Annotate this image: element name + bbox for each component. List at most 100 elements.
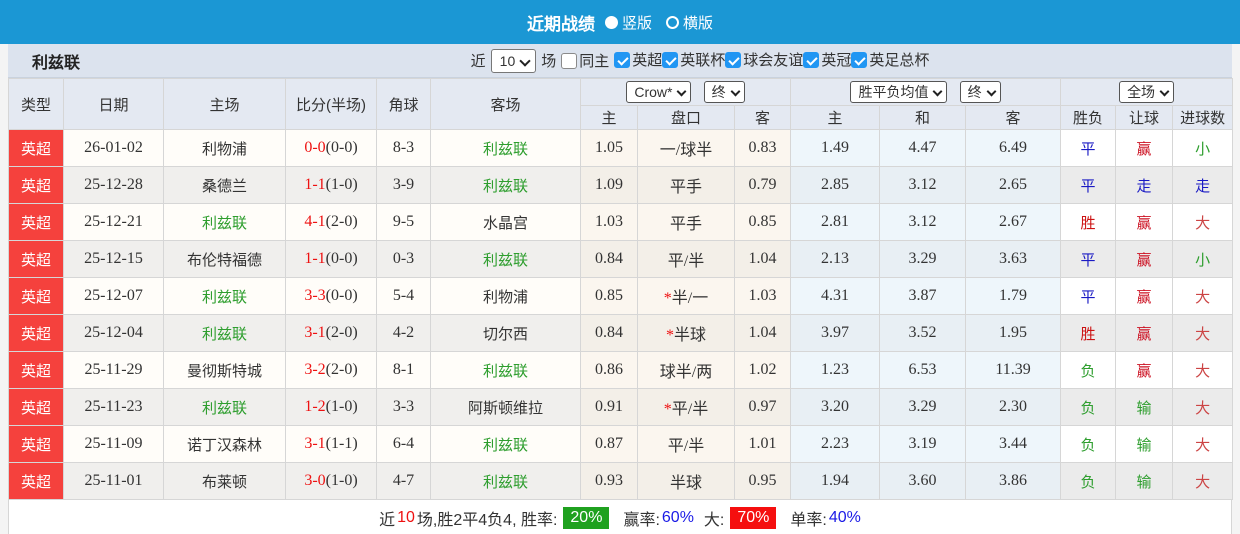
col-header-type: 类型 [8, 78, 64, 130]
handicap-rate-label: 赢率: [623, 511, 660, 529]
handicap-result: 赢 [1115, 240, 1174, 278]
match-date: 25-11-29 [63, 351, 164, 389]
home-team: 布伦特福德 [163, 240, 286, 278]
away-team: 利兹联 [430, 240, 581, 278]
radio-horizontal-layout[interactable]: 横版 [666, 12, 713, 33]
match-date: 25-11-23 [63, 388, 164, 426]
col-header-home: 主场 [163, 78, 286, 130]
home-team: 利兹联 [163, 277, 286, 315]
table-row: 英超 25-11-29 曼彻斯特城 3-2(2-0) 8-1 利兹联 0.86 … [8, 351, 1234, 389]
match-date: 25-11-01 [63, 462, 164, 500]
away-team: 利物浦 [430, 277, 581, 315]
odds-home: 3.20 [790, 388, 881, 426]
handicap-select-group: Crow* 终 [579, 78, 792, 106]
match-date: 25-12-04 [63, 314, 164, 352]
handicap-home-odds: 1.03 [580, 203, 638, 241]
league-filter[interactable]: 英超 [614, 49, 662, 70]
match-result: 平 [1060, 166, 1117, 204]
league-checkbox[interactable] [725, 51, 742, 68]
recent-label: 近 [470, 53, 486, 70]
corner-score: 3-3 [376, 388, 431, 426]
goals-result: 大 [1172, 314, 1234, 352]
page-title: 近期战绩 [526, 14, 595, 34]
league-checkbox[interactable] [662, 51, 679, 68]
league-filters: 英超 英联杯 球会友谊 英冠 英足总杯 [614, 49, 929, 72]
handicap-home-odds: 0.84 [580, 240, 638, 278]
league-label: 英联杯 [680, 52, 726, 70]
odds-select-group: 胜平负均值 终 [790, 78, 1062, 106]
fulltime-select[interactable]: 全场 [1119, 81, 1175, 103]
handicap-time-select[interactable]: 终 [703, 81, 745, 103]
subheader-odds-draw: 和 [879, 105, 967, 130]
fulltime-select-group: 全场 [1060, 78, 1234, 106]
league-filter[interactable]: 球会友谊 [725, 49, 803, 70]
match-result: 负 [1060, 425, 1117, 463]
handicap-home-odds: 0.85 [580, 277, 638, 315]
subheader-handicap-home: 主 [580, 105, 638, 130]
home-team: 诺丁汉森林 [163, 425, 286, 463]
league-badge: 英超 [8, 388, 64, 426]
radio-selected-icon[interactable] [604, 15, 618, 29]
home-team: 桑德兰 [163, 166, 286, 204]
score-cell: 3-0(1-0) [285, 462, 377, 500]
goals-result: 小 [1172, 240, 1234, 278]
odds-home: 1.94 [790, 462, 881, 500]
odds-away: 2.67 [965, 203, 1062, 241]
league-checkbox[interactable] [803, 51, 820, 68]
handicap-line: 半球 [637, 462, 735, 500]
table-row: 英超 25-11-09 诺丁汉森林 3-1(1-1) 6-4 利兹联 0.87 … [8, 425, 1234, 463]
league-filter[interactable]: 英联杯 [662, 49, 725, 70]
col-header-date: 日期 [63, 78, 164, 130]
odds-away: 1.79 [965, 277, 1062, 315]
handicap-away-odds: 1.04 [733, 240, 792, 278]
single-rate-value: 40% [828, 508, 861, 526]
same-home-filter[interactable]: 同主 [561, 50, 609, 71]
league-label: 英足总杯 [869, 52, 930, 70]
recent-count-select[interactable]: 10 [490, 48, 537, 73]
away-team: 利兹联 [430, 351, 581, 389]
odds-away: 11.39 [965, 351, 1062, 389]
score-cell: 3-1(2-0) [285, 314, 377, 352]
odds-draw: 3.52 [879, 314, 967, 352]
league-filter[interactable]: 英冠 [803, 49, 851, 70]
handicap-result: 赢 [1115, 277, 1174, 315]
away-team: 利兹联 [430, 462, 581, 500]
home-team: 利兹联 [163, 203, 286, 241]
radio-vertical-layout[interactable]: 竖版 [604, 12, 652, 33]
score-cell: 1-1(0-0) [285, 240, 377, 278]
radio-unselected-icon[interactable] [666, 15, 679, 29]
league-filter[interactable]: 英足总杯 [851, 49, 929, 70]
table-row: 英超 25-11-01 布莱顿 3-0(1-0) 4-7 利兹联 0.93 半球… [8, 462, 1234, 500]
subheader-odds-home: 主 [790, 105, 881, 130]
handicap-away-odds: 1.04 [733, 314, 792, 352]
odds-time-select[interactable]: 终 [959, 81, 1001, 103]
league-label: 球会友谊 [743, 52, 804, 70]
handicap-line: *平/半 [637, 388, 735, 426]
handicap-away-odds: 1.03 [733, 277, 792, 315]
goals-result: 走 [1172, 166, 1234, 204]
handicap-line: 一/球半 [637, 129, 735, 167]
odds-draw: 4.47 [879, 129, 967, 167]
score-cell: 0-0(0-0) [285, 129, 377, 167]
handicap-home-odds: 0.86 [580, 351, 638, 389]
same-home-checkbox[interactable] [561, 52, 578, 69]
goals-result: 大 [1172, 351, 1234, 389]
home-team: 利兹联 [163, 314, 286, 352]
match-result: 平 [1060, 129, 1117, 167]
match-result: 平 [1060, 240, 1117, 278]
league-label: 英冠 [821, 52, 852, 70]
home-team: 布莱顿 [163, 462, 286, 500]
odds-average-select[interactable]: 胜平负均值 [850, 81, 948, 103]
match-result: 负 [1060, 351, 1117, 389]
league-checkbox[interactable] [614, 51, 631, 68]
goals-result: 大 [1172, 462, 1234, 500]
league-checkbox[interactable] [851, 51, 868, 68]
odds-home: 1.49 [790, 129, 881, 167]
bookmaker-select[interactable]: Crow* [626, 81, 692, 103]
corner-score: 4-2 [376, 314, 431, 352]
filter-bar: 利兹联 近 10 场 同主 英超 英联杯 球会友谊 英冠 英足总杯 [8, 44, 1232, 78]
league-badge: 英超 [8, 129, 64, 167]
handicap-line: 平手 [637, 203, 735, 241]
win-rate-badge: 20% [563, 506, 610, 529]
handicap-line: *半球 [637, 314, 735, 352]
